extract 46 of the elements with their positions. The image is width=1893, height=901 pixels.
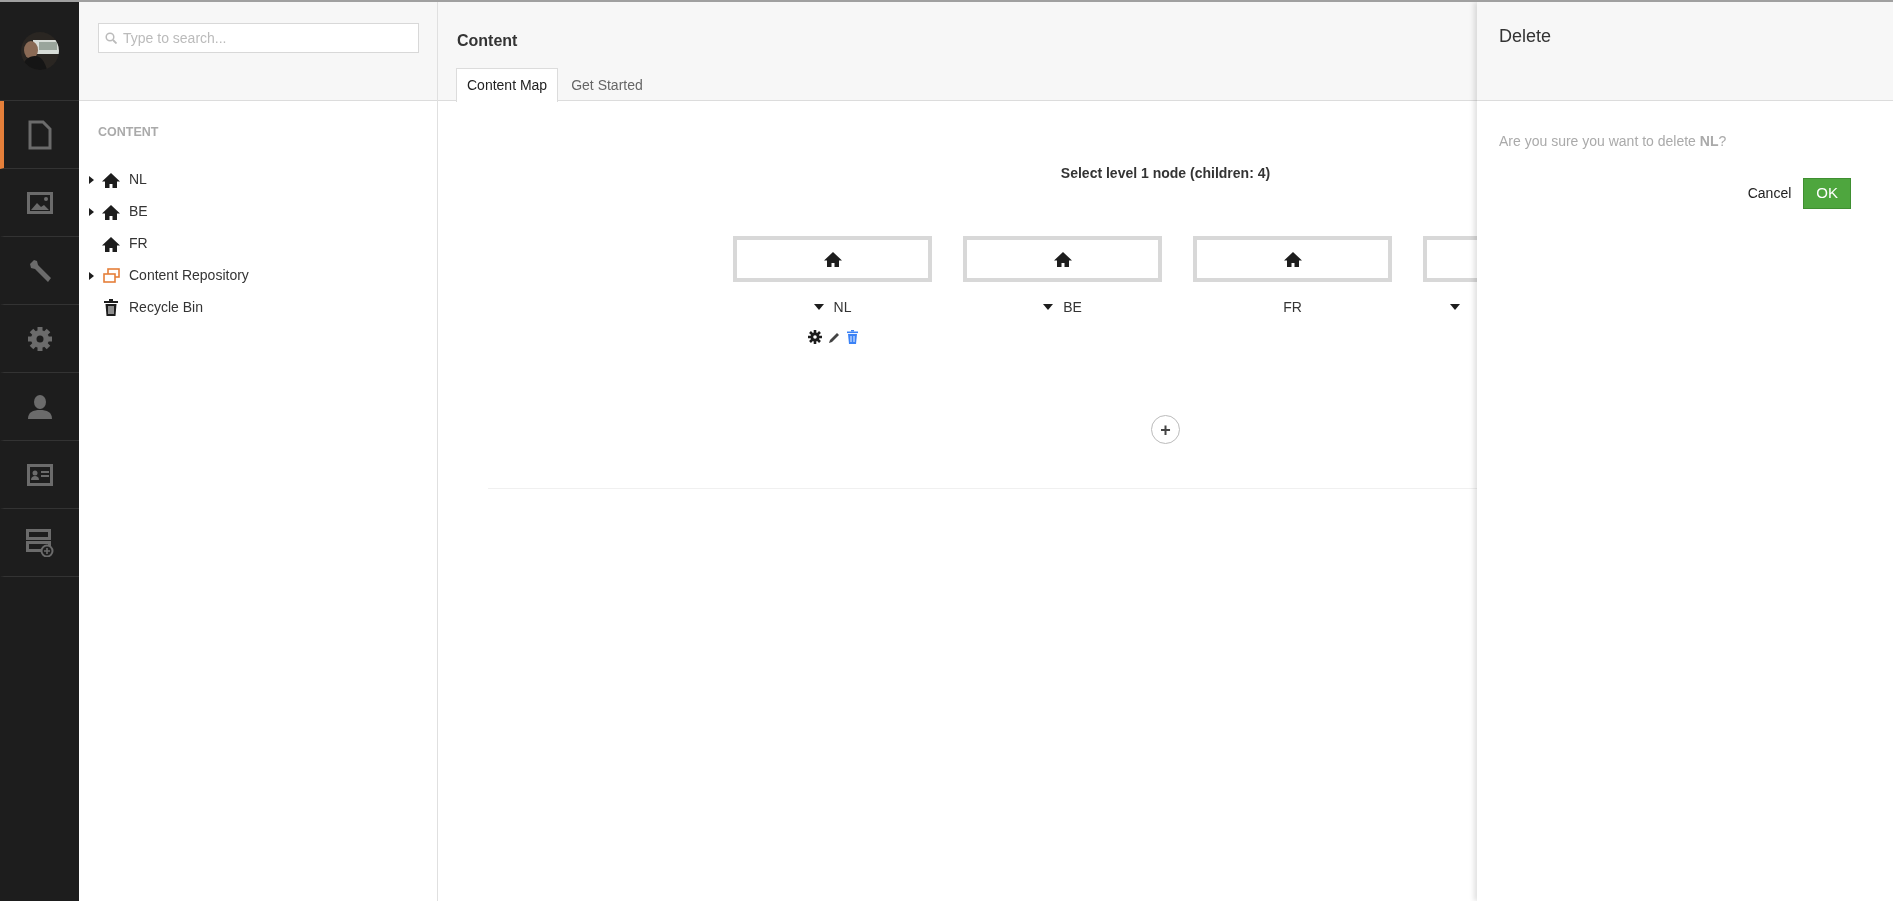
trash-icon[interactable] [846, 330, 858, 344]
expand-caret-icon[interactable] [88, 271, 94, 280]
home-icon [823, 251, 842, 267]
search-icon [105, 32, 117, 44]
expand-caret-icon[interactable] [88, 207, 94, 216]
node-card[interactable] [1193, 236, 1392, 282]
gear-icon [26, 325, 53, 352]
tree-item[interactable]: Recycle Bin [129, 297, 203, 319]
dropdown-caret-icon[interactable] [813, 304, 824, 310]
person-icon [26, 393, 53, 420]
sidebar-item[interactable] [0, 101, 79, 169]
section-heading: CONTENT [98, 124, 160, 141]
document-icon [27, 119, 52, 150]
home-icon [1053, 251, 1072, 267]
tree-item[interactable]: BE [129, 201, 148, 223]
home-icon [102, 235, 120, 252]
node-label: NL [833, 297, 852, 317]
trash-icon [104, 299, 118, 317]
home-icon [102, 203, 120, 220]
confirm-message: Are you sure you want to delete NL? [1499, 133, 1727, 149]
pencil-icon[interactable] [827, 330, 841, 344]
tab[interactable]: Content Map [456, 68, 559, 102]
node-card[interactable] [733, 236, 932, 282]
page-title: Content [457, 32, 518, 49]
tab[interactable]: Get Started [560, 68, 654, 101]
node-label: FR [1283, 297, 1302, 317]
gear-icon[interactable] [807, 330, 822, 344]
panel-title: Delete [1499, 26, 1552, 46]
windows-icon [102, 268, 120, 284]
expand-caret-icon[interactable] [88, 175, 94, 184]
dropdown-caret-icon[interactable] [1043, 304, 1054, 310]
home-icon [1283, 251, 1302, 267]
home-icon [102, 171, 120, 188]
node-label: BE [1063, 297, 1082, 317]
node-card[interactable] [963, 236, 1162, 282]
cancel-button[interactable]: Cancel [1747, 182, 1792, 204]
tree-item[interactable]: Content Repository [129, 265, 249, 287]
id-card-icon [26, 463, 53, 486]
server-add-icon [25, 528, 54, 557]
search-field[interactable]: Type to search... [98, 23, 419, 53]
add-button[interactable]: + [1151, 415, 1180, 444]
prompt-text: Select level 1 node (children: 4) [1060, 165, 1271, 181]
tree-item[interactable]: NL [129, 169, 147, 191]
dropdown-caret-icon[interactable] [1449, 304, 1460, 310]
image-icon [26, 191, 53, 214]
tree-item[interactable]: FR [129, 233, 148, 255]
